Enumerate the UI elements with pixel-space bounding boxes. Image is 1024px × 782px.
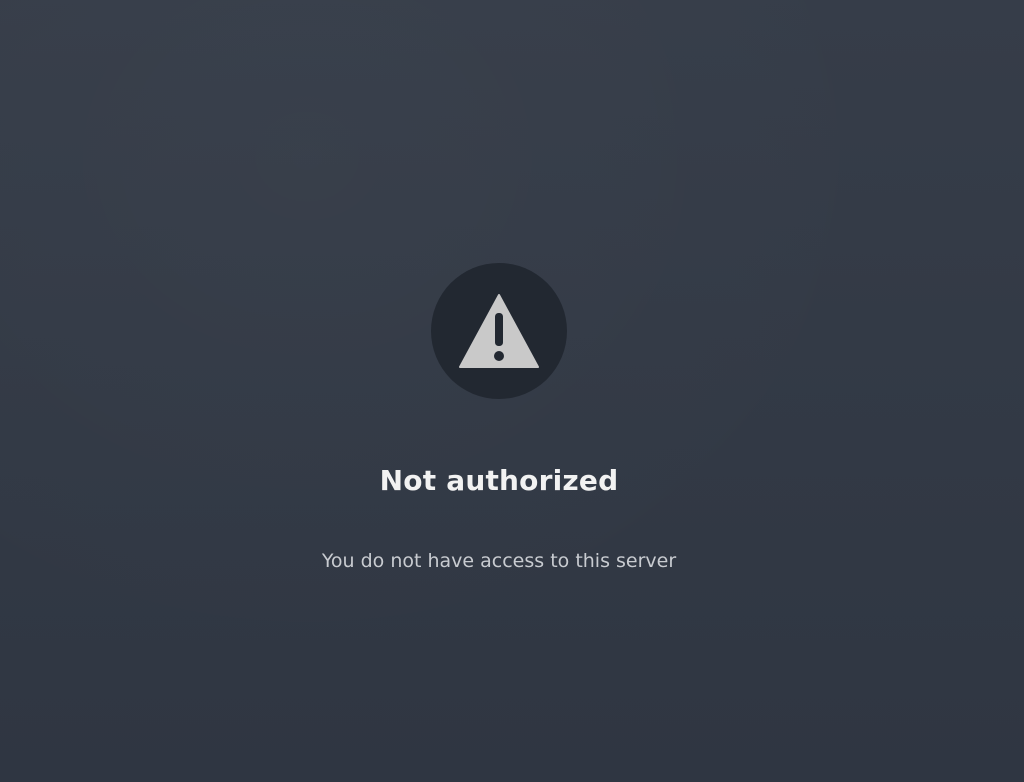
- error-message: You do not have access to this server: [321, 550, 677, 572]
- warning-triangle-icon: [459, 294, 539, 368]
- not-authorized-page: Not authorized You do not have access to…: [0, 0, 1024, 782]
- page-title: Not authorized: [379, 464, 619, 497]
- warning-icon-badge: [431, 263, 567, 399]
